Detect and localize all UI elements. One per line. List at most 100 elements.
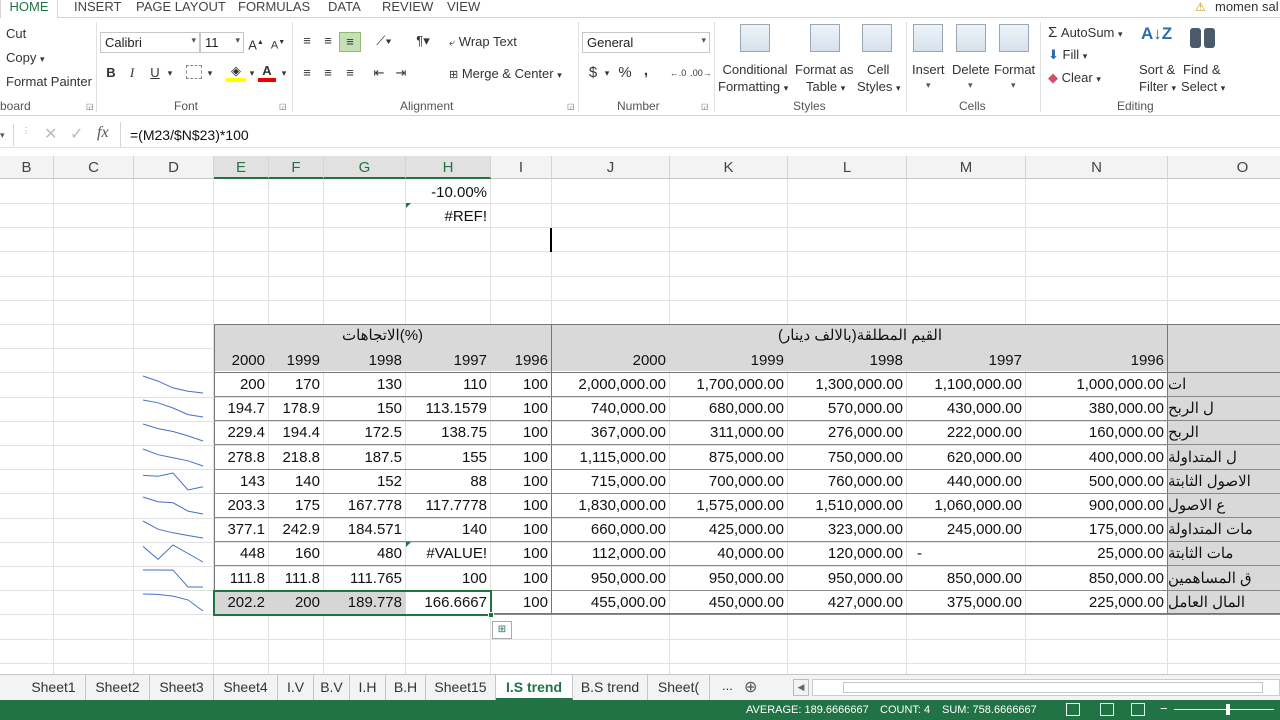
format-painter-button[interactable]: Format Painter	[6, 74, 92, 89]
sheet-tab[interactable]: B.H	[386, 675, 426, 700]
tab-data[interactable]: DATA	[328, 0, 361, 18]
currency-button[interactable]: $	[586, 64, 600, 82]
increase-decimal-icon[interactable]: ←.0	[667, 64, 689, 82]
sheet-tab[interactable]: Sheet2	[86, 675, 150, 700]
chevron-down-icon[interactable]: ▾	[1011, 80, 1016, 91]
decrease-indent-icon[interactable]: ⇤	[370, 64, 388, 82]
chevron-down-icon[interactable]: ▾	[248, 64, 256, 82]
name-box-dropdown[interactable]: ▾	[0, 124, 14, 146]
fill-color-icon[interactable]: ◈	[226, 62, 246, 82]
conditional-formatting-label-1[interactable]: Conditional	[722, 62, 788, 77]
horizontal-scrollbar[interactable]	[812, 679, 1280, 696]
cell-styles-icon[interactable]	[862, 24, 892, 52]
chevron-down-icon[interactable]: ▾	[603, 64, 611, 82]
conditional-formatting-icon[interactable]	[740, 24, 770, 52]
find-select-button[interactable]: Select ▾	[1181, 79, 1225, 94]
cell-styles-button[interactable]: Styles ▾	[857, 79, 901, 94]
sheet-tab[interactable]: B.V	[314, 675, 350, 700]
page-layout-view-icon[interactable]	[1100, 703, 1114, 716]
tab-view[interactable]: VIEW	[447, 0, 480, 18]
dialog-launcher-icon[interactable]: ◲	[86, 102, 94, 111]
enter-icon[interactable]: ✓	[70, 124, 83, 144]
wrap-text-button[interactable]: ⤶ Wrap Text	[449, 34, 517, 50]
tab-review[interactable]: REVIEW	[382, 0, 433, 18]
bold-icon[interactable]: B	[103, 64, 119, 82]
sheet-tab[interactable]: Sheet4	[214, 675, 278, 700]
grow-font-icon[interactable]: A▲	[248, 34, 264, 54]
comma-button[interactable]: ,	[640, 62, 652, 80]
percent-button[interactable]: %	[616, 64, 634, 82]
align-bottom-icon[interactable]: ≡	[339, 32, 361, 52]
spreadsheet-grid[interactable]: BCDEFGHIJKLMNO -10.00% #REF! الاتجاهات(%) ا…	[0, 156, 1280, 674]
normal-view-icon[interactable]	[1066, 703, 1080, 716]
format-as-table-icon[interactable]	[810, 24, 840, 52]
cancel-icon[interactable]: ✕	[44, 124, 57, 144]
dialog-launcher-icon[interactable]: ◲	[567, 102, 575, 111]
sheet-tab[interactable]: Sheet(	[648, 675, 710, 700]
insert-function-icon[interactable]: fx	[97, 124, 109, 142]
delete-cells-icon[interactable]	[956, 24, 986, 52]
cell-styles-label-1[interactable]: Cell	[867, 62, 889, 77]
align-middle-icon[interactable]: ≡	[319, 32, 337, 50]
zoom-out-icon[interactable]: −	[1160, 701, 1168, 716]
user-name[interactable]: momen sal	[1215, 0, 1279, 18]
sheet-tab[interactable]: Sheet1	[22, 675, 86, 700]
chevron-down-icon[interactable]: ▾	[206, 64, 214, 82]
orientation-icon[interactable]: ⟋▾	[371, 32, 397, 50]
chevron-down-icon[interactable]: ▾	[166, 64, 174, 82]
sheet-tab[interactable]: I.H	[350, 675, 386, 700]
zoom-slider-thumb[interactable]	[1226, 704, 1230, 715]
font-name-combo[interactable]: Calibri ▾	[100, 32, 200, 53]
scroll-left-icon[interactable]: ◀	[793, 679, 809, 696]
align-left-icon[interactable]: ≡	[298, 64, 316, 82]
copy-button[interactable]: Copy ▾	[6, 50, 45, 65]
font-size-combo[interactable]: 11 ▾	[200, 32, 244, 53]
add-sheet-icon[interactable]: ⊕	[744, 677, 757, 697]
chevron-down-icon[interactable]: ▾	[280, 64, 288, 82]
sheet-tab[interactable]: Sheet3	[150, 675, 214, 700]
delete-cells-button[interactable]: Delete	[952, 62, 990, 77]
conditional-formatting-button[interactable]: Formatting ▾	[718, 79, 788, 94]
paragraph-direction-icon[interactable]: ¶▾	[408, 32, 438, 50]
scrollbar-thumb[interactable]	[843, 682, 1263, 693]
underline-icon[interactable]: U	[146, 64, 164, 82]
insert-cells-button[interactable]: Insert	[912, 62, 945, 77]
align-center-icon[interactable]: ≡	[319, 64, 337, 82]
sort-filter-label-1[interactable]: Sort &	[1139, 62, 1175, 77]
format-as-table-button[interactable]: Table ▾	[806, 79, 845, 94]
sort-filter-button[interactable]: Filter ▾	[1139, 79, 1176, 94]
sheet-tab[interactable]: I.S trend	[496, 675, 573, 700]
insert-cells-icon[interactable]	[913, 24, 943, 52]
italic-icon[interactable]: I	[124, 64, 140, 82]
sheet-tab[interactable]: I.V	[278, 675, 314, 700]
clear-button[interactable]: ◆ Clear ▾	[1048, 70, 1101, 86]
increase-indent-icon[interactable]: ⇥	[392, 64, 410, 82]
find-select-label-1[interactable]: Find &	[1183, 62, 1221, 77]
font-color-icon[interactable]: A	[258, 62, 276, 82]
number-format-combo[interactable]: General ▾	[582, 32, 710, 53]
tab-page-layout[interactable]: PAGE LAYOUT	[136, 0, 226, 18]
merge-center-button[interactable]: ⊞ Merge & Center ▾	[449, 66, 562, 81]
zoom-slider[interactable]	[1174, 709, 1274, 710]
dialog-launcher-icon[interactable]: ◲	[701, 102, 709, 111]
dialog-launcher-icon[interactable]: ◲	[279, 102, 287, 111]
more-sheets-icon[interactable]: ...	[722, 678, 733, 693]
cut-button[interactable]: Cut	[6, 26, 26, 41]
borders-icon[interactable]	[186, 65, 202, 79]
formula-input[interactable]: =(M23/$N$23)*100	[130, 127, 249, 143]
binoculars-icon[interactable]	[1188, 24, 1218, 52]
format-cells-button[interactable]: Format	[994, 62, 1035, 77]
decrease-decimal-icon[interactable]: .00→	[690, 64, 712, 82]
sort-filter-icon[interactable]: A↓Z	[1141, 24, 1172, 44]
fill-button[interactable]: ⬇ Fill ▾	[1048, 47, 1087, 63]
drag-handle-icon[interactable]: ⋮	[22, 126, 30, 135]
tab-insert[interactable]: INSERT	[74, 0, 121, 18]
shrink-font-icon[interactable]: A▼	[270, 34, 286, 55]
chevron-down-icon[interactable]: ▾	[968, 80, 973, 91]
autosum-button[interactable]: Σ AutoSum ▾	[1048, 24, 1123, 41]
tab-formulas[interactable]: FORMULAS	[238, 0, 310, 18]
page-break-view-icon[interactable]	[1131, 703, 1145, 716]
sheet-tab[interactable]: Sheet15	[426, 675, 496, 700]
align-right-icon[interactable]: ≡	[341, 64, 359, 82]
format-as-table-label-1[interactable]: Format as	[795, 62, 854, 77]
